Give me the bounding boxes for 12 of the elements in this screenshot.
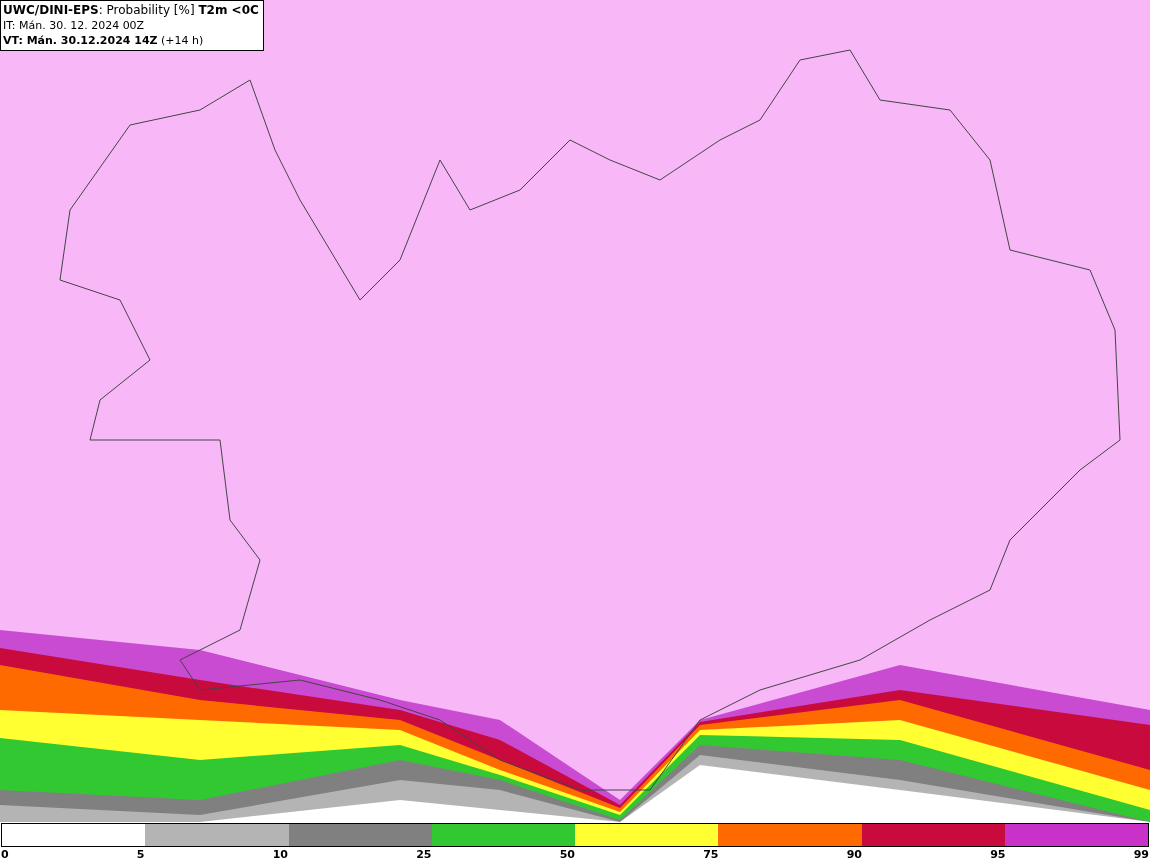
legend-label: 10 [272,847,288,863]
valid-time: VT: Mán. 30.12.2024 14Z (+14 h) [3,33,205,48]
legend-label: 50 [559,847,575,863]
legend-label: 5 [136,847,145,863]
legend-label: 95 [990,847,1006,863]
legend-label: 25 [416,847,432,863]
legend-label: 75 [703,847,719,863]
legend-label: 90 [846,847,862,863]
legend-label: 0 [1,847,9,863]
map-title: UWC/DINI-EPS: Probability [%] T2m <0C [3,3,259,18]
initial-time: IT: Mán. 30. 12. 2024 00Z [3,18,146,33]
legend-label: 99 [1133,847,1149,863]
